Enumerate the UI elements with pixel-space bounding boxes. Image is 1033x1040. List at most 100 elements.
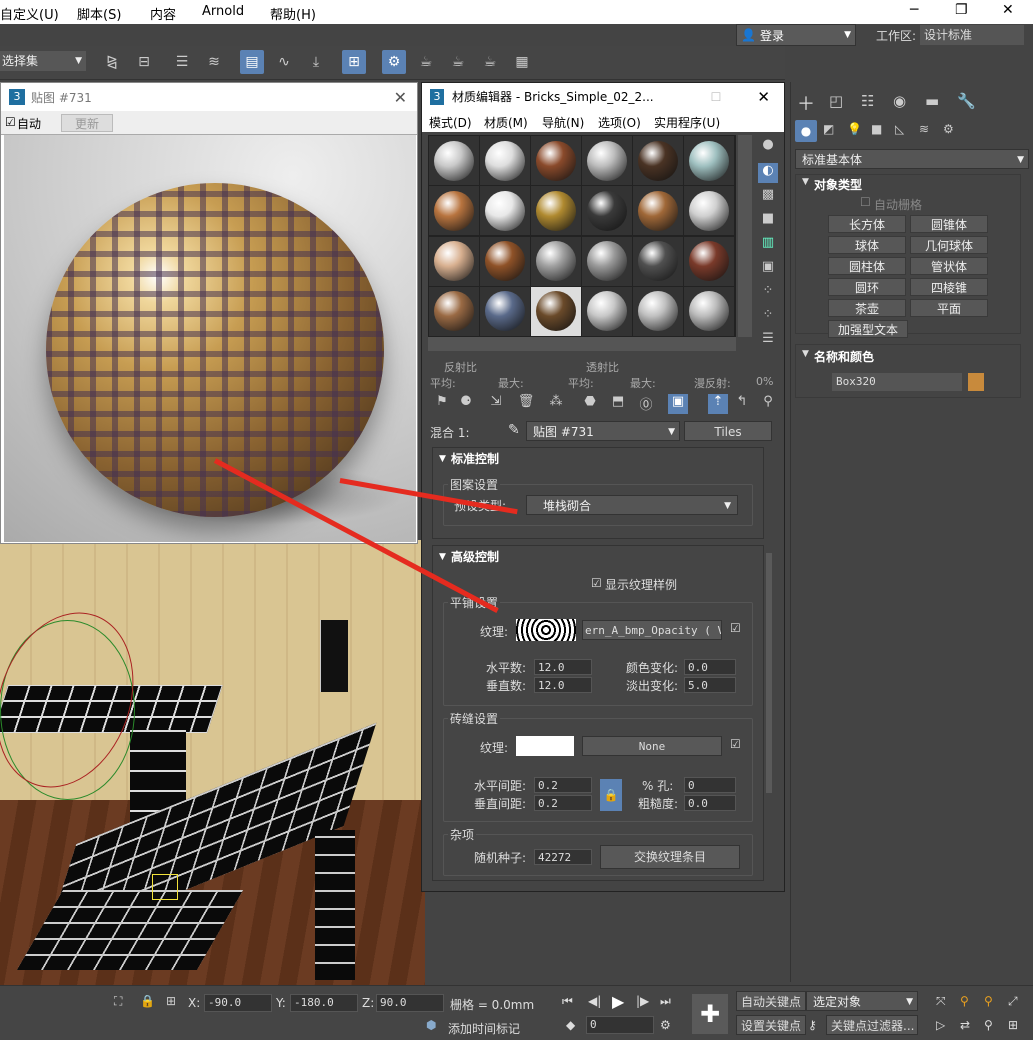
close-icon[interactable]: ✕ [757,88,770,106]
motion-tab-icon[interactable]: ◉ [893,92,906,110]
material-slot[interactable] [531,286,581,336]
show-end-result-icon[interactable]: ⇡ [708,394,728,414]
vert-count-spinner[interactable]: 12.0 [534,677,592,693]
grout-color-swatch[interactable] [516,736,574,756]
curve-editor-icon[interactable]: ∿ [272,50,296,74]
material-slot[interactable] [633,286,683,336]
autogrid-checkbox[interactable]: ☐ [860,195,871,209]
grout-map-button[interactable]: None [582,736,722,756]
menu-material[interactable]: 材质(M) [484,114,528,131]
background-icon[interactable]: ▩ [758,187,778,207]
put-to-library-icon[interactable]: ⬒ [608,394,628,414]
go-to-parent-icon[interactable]: ↰ [732,394,752,414]
material-slot[interactable] [480,186,530,236]
material-slot[interactable] [684,136,734,185]
material-slot[interactable] [582,136,632,185]
mirror-icon[interactable]: ⧎ [100,50,124,74]
material-slot[interactable] [633,236,683,286]
schematic-view-icon[interactable]: ⊞ [342,50,366,74]
previous-frame-icon[interactable]: ◀| [588,994,601,1008]
x-coordinate-input[interactable]: -90.0 [204,994,272,1012]
key-filters-button[interactable]: 关键点过滤器... [826,1015,918,1035]
make-copy-icon[interactable]: ⁂ [546,394,566,414]
orbit-sub-icon[interactable]: ⚲ [984,1018,993,1032]
material-slot[interactable] [531,186,581,236]
key-filter-icon[interactable]: ⚷ [808,1018,817,1032]
torus-button[interactable]: 圆环 [828,278,906,296]
box-button[interactable]: 长方体 [828,215,906,233]
space-warps-icon[interactable]: ≋ [919,122,929,136]
material-slot[interactable] [582,286,632,336]
close-icon[interactable]: ✕ [1002,2,1014,18]
render-setup-icon[interactable]: ☕ [414,50,438,74]
selected-object-dropdown[interactable]: 选定对象 ▼ [806,991,918,1011]
horiz-count-spinner[interactable]: 12.0 [534,659,592,675]
time-config-icon[interactable]: ⚙ [660,1018,671,1032]
material-slot[interactable] [429,286,479,336]
zoom-icon[interactable]: ⚲ [960,994,969,1008]
material-slot[interactable] [582,236,632,286]
material-slot[interactable] [429,236,479,286]
time-tag-icon[interactable]: ⬢ [426,1018,436,1032]
slots-vscroll[interactable] [738,135,752,337]
menu-mode[interactable]: 模式(D) [429,114,472,131]
utilities-tab-icon[interactable]: 🔧 [957,92,976,110]
go-to-start-icon[interactable]: ⏮ [562,994,573,1009]
workspace-selector[interactable]: 工作区: 设计标准 [862,24,1033,46]
lock-icon[interactable]: 🔒 [600,779,622,811]
go-forward-sibling-icon[interactable]: ⚲ [758,394,778,414]
object-color-swatch[interactable] [968,373,984,391]
material-navigator-icon[interactable]: ☰ [758,331,778,351]
fade-var-spinner[interactable]: 5.0 [684,677,736,693]
auto-checkbox[interactable]: ☑ [5,115,16,129]
tile-texture-swatch[interactable] [516,619,576,641]
restore-icon[interactable]: ❐ [955,2,968,18]
minimize-icon[interactable]: ─ [910,2,918,18]
menu-content[interactable]: 内容 [150,4,176,23]
holes-spinner[interactable]: 0 [684,777,736,793]
y-coordinate-input[interactable]: -180.0 [290,994,358,1012]
absolute-mode-icon[interactable]: ⊞ [166,994,176,1008]
plane-button[interactable]: 平面 [910,299,988,317]
add-time-tag[interactable]: 添加时间标记 [448,1020,520,1037]
material-slot[interactable] [633,186,683,236]
menu-navigation[interactable]: 导航(N) [542,114,584,131]
play-icon[interactable]: ▶ [612,992,624,1011]
shapes-icon[interactable]: ◩ [823,122,834,136]
standard-controls-header[interactable]: ▼ 标准控制 [433,448,763,470]
selection-set-dropdown[interactable]: 选择集 ▼ [0,51,86,71]
render-production-icon[interactable]: ☕ [478,50,502,74]
material-slot[interactable] [531,136,581,185]
scene-explorer-icon[interactable]: ▤ [240,50,264,74]
login-dropdown[interactable]: 👤 登录 ▼ [736,24,856,46]
set-key-button[interactable]: 设置关键点 [736,1015,807,1035]
rough-spinner[interactable]: 0.0 [684,795,736,811]
material-id-icon[interactable]: ⓪ [636,394,656,414]
backlight-icon[interactable]: ◐ [758,163,778,183]
render-frame-icon[interactable]: ☕ [446,50,470,74]
make-preview-icon[interactable]: ▣ [758,259,778,279]
geosphere-button[interactable]: 几何球体 [910,236,988,254]
make-unique-icon[interactable]: ⬣ [580,394,600,414]
auto-key-button[interactable]: 自动关键点 [736,991,807,1011]
options-icon[interactable]: ⁘ [758,283,778,303]
orbit-icon[interactable]: ⇄ [960,1018,970,1032]
material-slot[interactable] [480,286,530,336]
sample-type-icon[interactable]: ● [758,137,778,157]
workspace-value[interactable]: 设计标准 [920,25,1025,45]
menu-utilities[interactable]: 实用程序(U) [654,114,720,131]
put-to-scene-icon[interactable]: ⚈ [456,394,476,414]
material-slot[interactable] [684,186,734,236]
grout-checkbox[interactable]: ☑ [730,737,741,751]
show-shaded-icon[interactable]: ▣ [668,394,688,414]
material-slot[interactable] [531,236,581,286]
pan-icon[interactable]: ⤧ [936,994,946,1009]
video-color-check-icon[interactable]: ▥ [758,235,778,255]
category-dropdown[interactable]: 标准基本体 ▼ [795,149,1029,169]
tile-texture-checkbox[interactable]: ☑ [730,621,741,635]
modify-tab-icon[interactable]: ◰ [829,92,843,110]
menu-script[interactable]: 脚本(S) [77,4,121,23]
select-by-material-icon[interactable]: ⁘ [758,307,778,327]
current-frame-input[interactable]: 0 [586,1016,654,1034]
pyramid-button[interactable]: 四棱锥 [910,278,988,296]
